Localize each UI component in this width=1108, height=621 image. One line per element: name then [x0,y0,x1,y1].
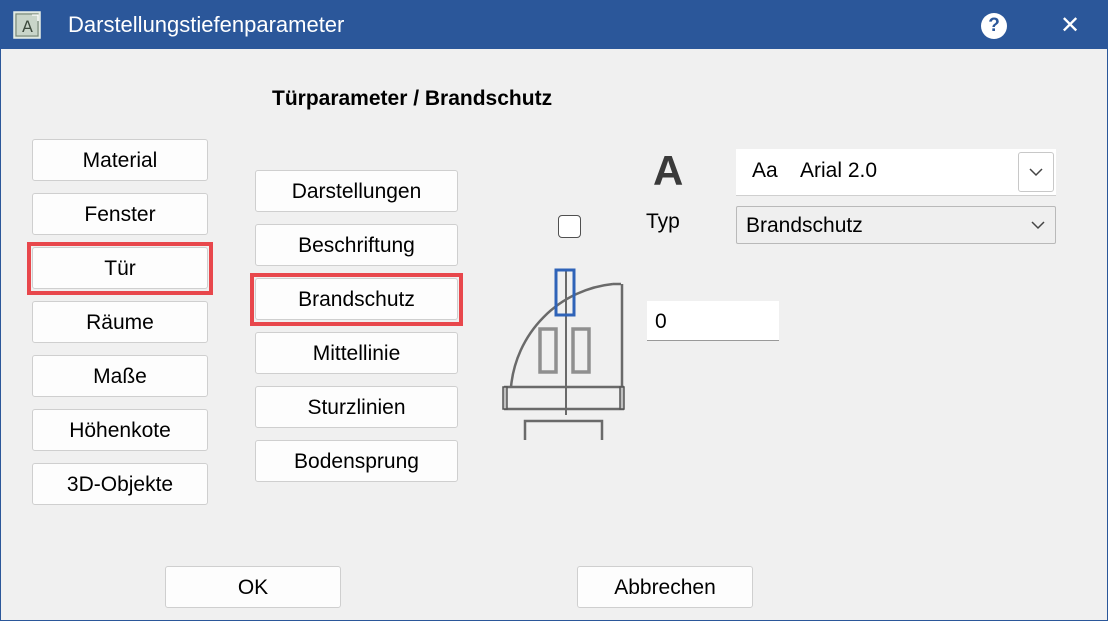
typ-select[interactable]: Brandschutz [736,206,1056,244]
svg-text:A: A [22,17,33,36]
help-button[interactable]: ? [981,13,1007,39]
title-bar[interactable]: A Darstellungstiefenparameter ? ✕ [1,1,1107,49]
category-raeume-button[interactable]: Räume [32,301,208,343]
sub-darstellungen-button[interactable]: Darstellungen [255,170,458,212]
font-style-icon: A [653,147,684,194]
category-hoehenkote-button[interactable]: Höhenkote [32,409,208,451]
window-title: Darstellungstiefenparameter [68,12,345,37]
sub-beschriftung-button[interactable]: Beschriftung [255,224,458,266]
category-material-button[interactable]: Material [32,139,208,181]
ok-button[interactable]: OK [165,566,341,608]
category-tuer-button[interactable]: Tür [32,247,208,289]
category-3d-objekte-button[interactable]: 3D-Objekte [32,463,208,505]
font-preview-label: Aa [752,159,778,182]
cancel-button[interactable]: Abbrechen [577,566,753,608]
value-input[interactable]: 0 [647,301,779,341]
font-value: Arial 2.0 [800,159,878,182]
section-heading: Türparameter / Brandschutz [272,87,553,110]
sub-bodensprung-button[interactable]: Bodensprung [255,440,458,482]
sub-brandschutz-button[interactable]: Brandschutz [255,278,458,320]
typ-value: Brandschutz [746,214,863,237]
app-icon: A [13,11,41,39]
chevron-down-icon [1031,221,1045,230]
chevron-down-icon [1029,168,1043,177]
dialog-window: A Darstellungstiefenparameter ? ✕ Türpar… [0,0,1108,621]
visibility-checkbox[interactable] [558,215,581,238]
typ-label: Typ [646,210,680,233]
close-button[interactable]: ✕ [1055,11,1085,41]
category-masse-button[interactable]: Maße [32,355,208,397]
sub-mittellinie-button[interactable]: Mittellinie [255,332,458,374]
door-preview-icon [502,268,625,440]
sub-sturzlinien-button[interactable]: Sturzlinien [255,386,458,428]
category-fenster-button[interactable]: Fenster [32,193,208,235]
value-input-text: 0 [655,310,667,333]
font-dropdown-button[interactable] [1018,152,1054,192]
font-select[interactable]: Aa Arial 2.0 [736,149,1056,196]
